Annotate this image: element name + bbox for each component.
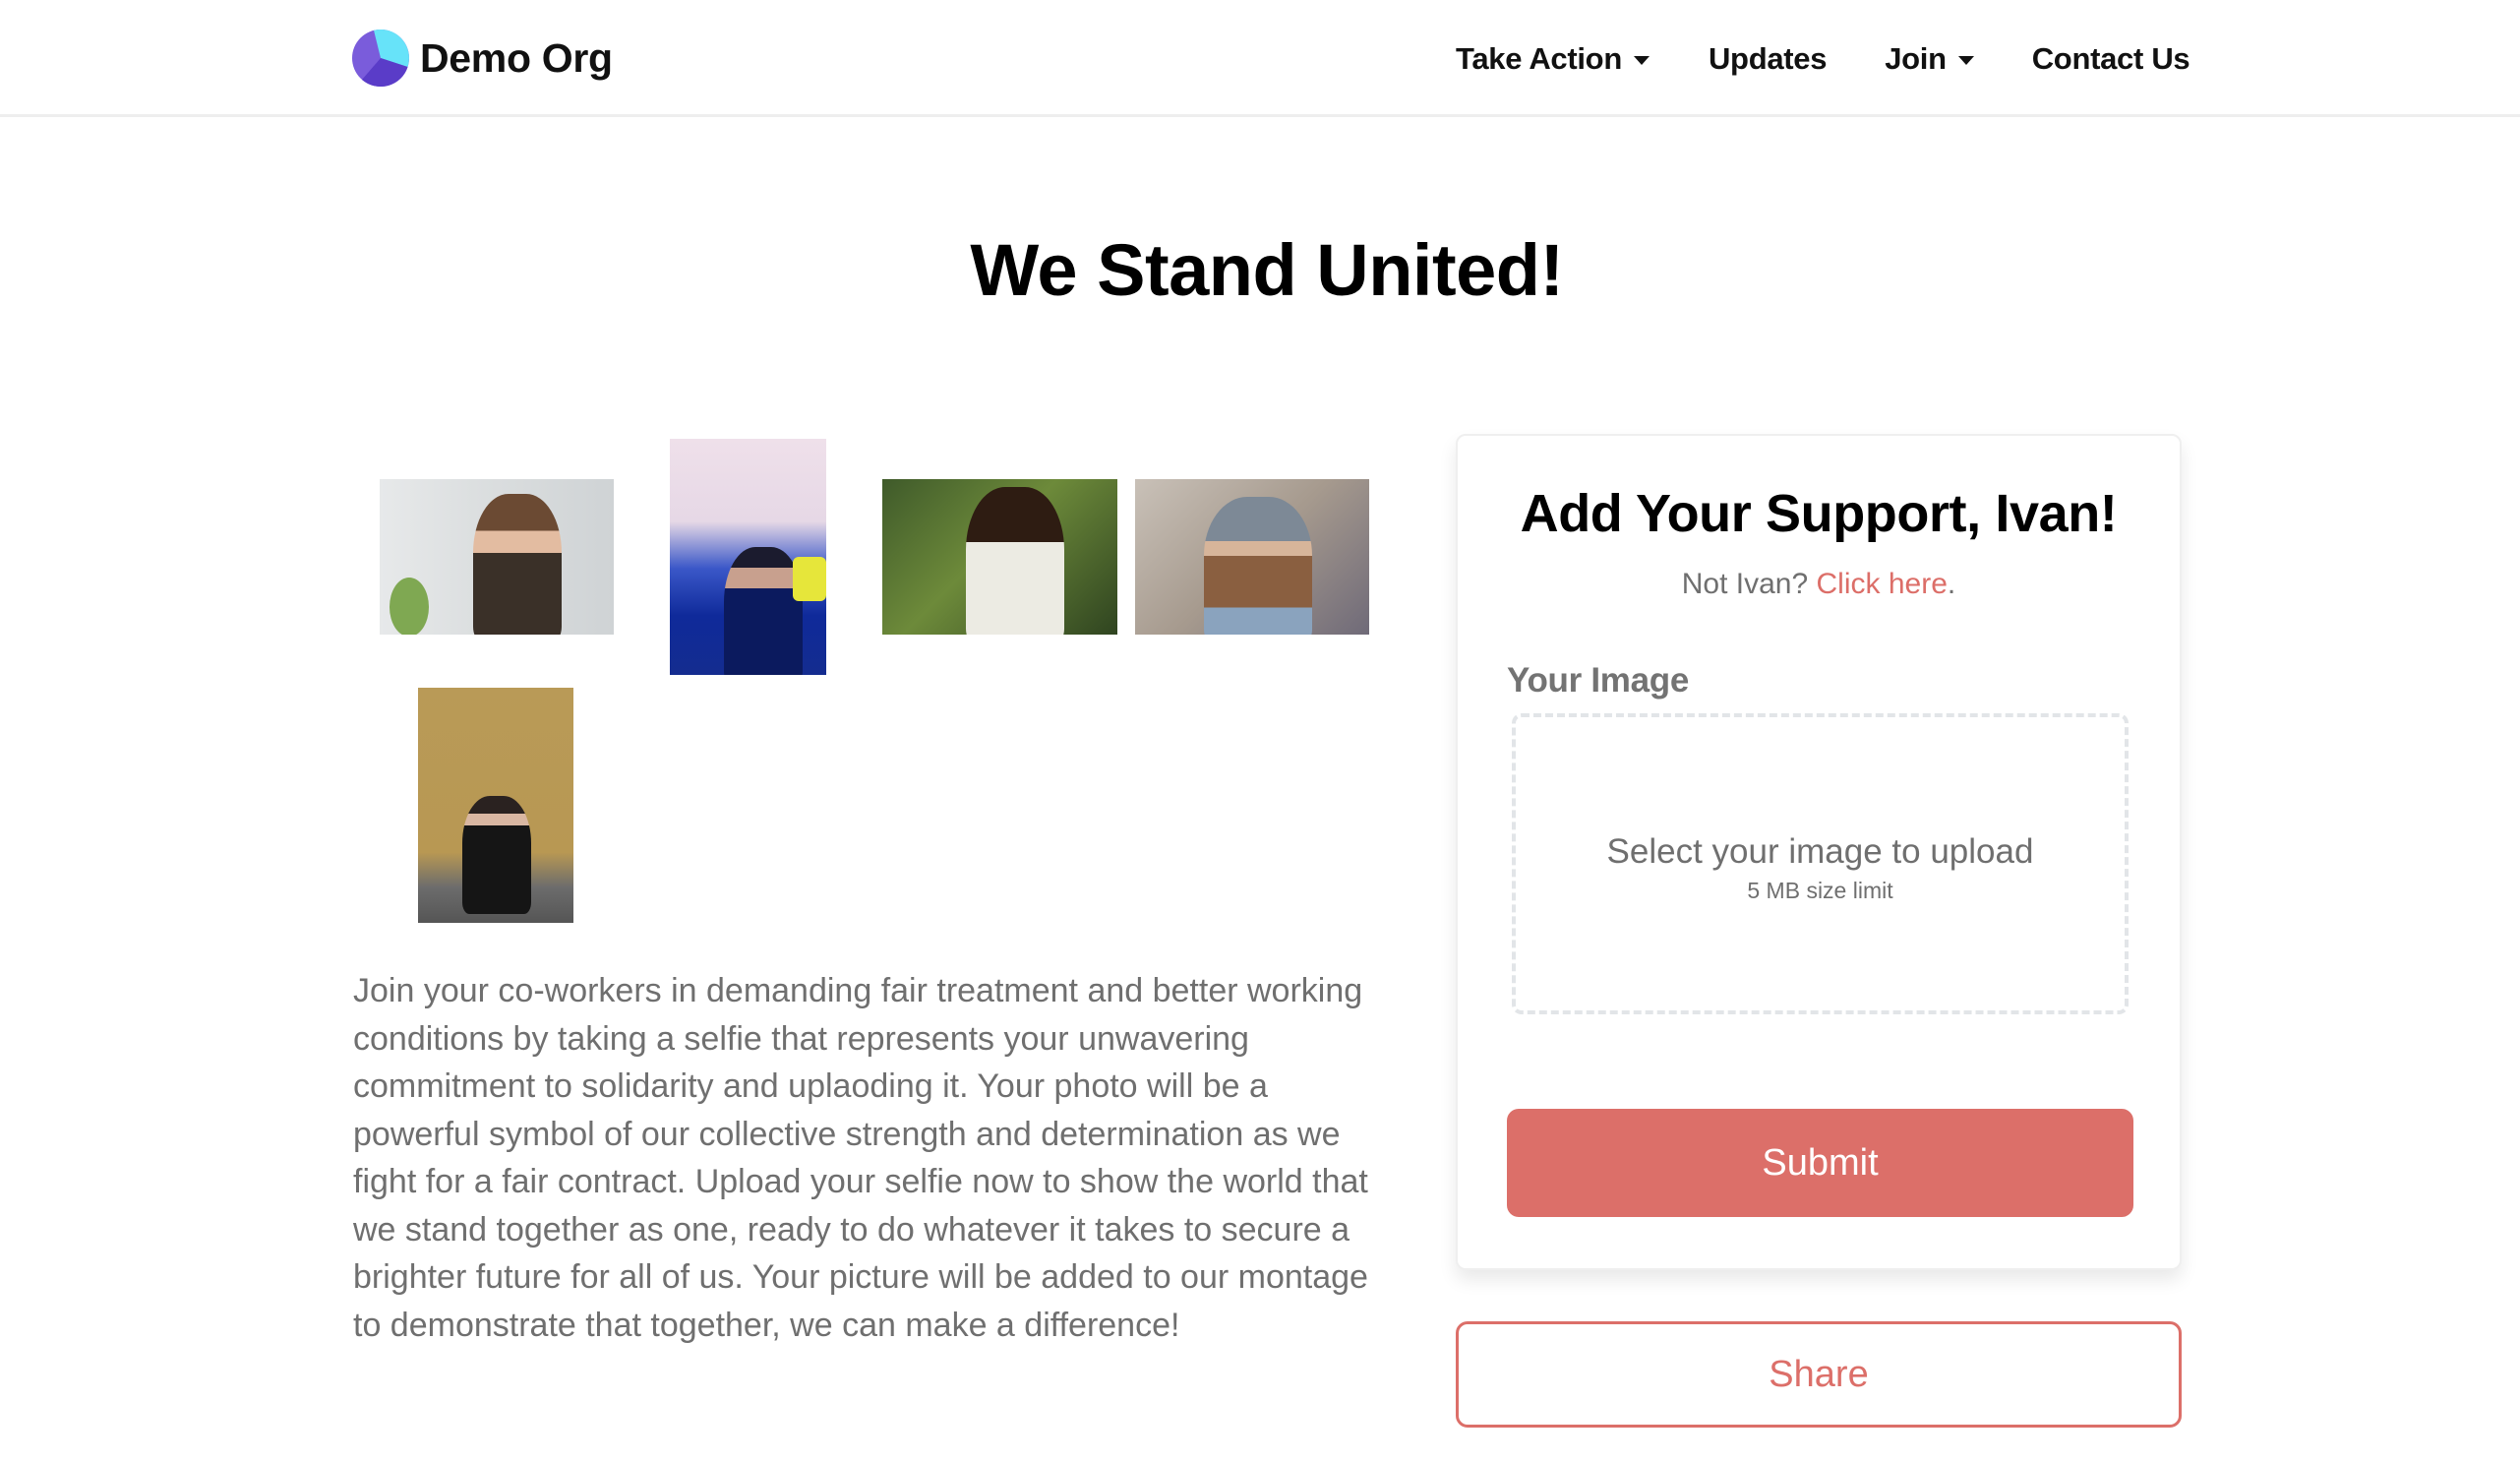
nav-join-label: Join <box>1885 40 1947 76</box>
site-header: Demo Org Take Action Updates Join Contac… <box>0 0 2520 117</box>
dropzone-size-hint: 5 MB size limit <box>1747 877 1893 903</box>
form-title: Add Your Support, Ivan! <box>1520 484 2118 543</box>
nav-updates-label: Updates <box>1708 40 1828 76</box>
image-upload-dropzone[interactable]: Select your image to upload 5 MB size li… <box>1512 713 2129 1014</box>
gallery-photo <box>882 479 1117 635</box>
nav-take-action[interactable]: Take Action <box>1456 41 1650 77</box>
share-button[interactable]: Share <box>1456 1321 2182 1428</box>
not-user-prompt: Not Ivan? Click here. <box>1458 568 2180 601</box>
gallery-photo <box>418 688 573 923</box>
submit-button[interactable]: Submit <box>1507 1109 2133 1217</box>
pie-logo-icon <box>352 30 409 87</box>
brand-name: Demo Org <box>420 34 613 81</box>
campaign-description: Join your co-workers in demanding fair t… <box>353 972 1368 1344</box>
not-user-text: Not Ivan? <box>1681 568 1817 600</box>
dropzone-text: Select your image to upload <box>1606 831 2034 871</box>
image-field-label: Your Image <box>1507 661 1690 700</box>
nav-contact-us[interactable]: Contact Us <box>2032 41 2190 77</box>
caret-down-icon <box>1957 55 1974 65</box>
nav-join[interactable]: Join <box>1885 41 1974 77</box>
caret-down-icon <box>1633 55 1650 65</box>
page-title: We Stand United! <box>970 229 1564 311</box>
gallery-photo <box>1135 479 1369 635</box>
gallery-photo <box>380 479 614 635</box>
nav-take-action-label: Take Action <box>1456 40 1622 76</box>
gallery-photo <box>670 439 826 675</box>
brand-logo-link[interactable]: Demo Org <box>352 30 613 87</box>
not-user-suffix: . <box>1947 568 1956 600</box>
nav-updates[interactable]: Updates <box>1708 40 1828 77</box>
main-nav: Take Action Updates Join Contact Us <box>1456 0 2190 117</box>
nav-contact-us-label: Contact Us <box>2031 40 2190 76</box>
switch-user-link[interactable]: Click here <box>1817 568 1948 600</box>
support-form-card: Add Your Support, Ivan! Not Ivan? Click … <box>1456 434 2182 1270</box>
